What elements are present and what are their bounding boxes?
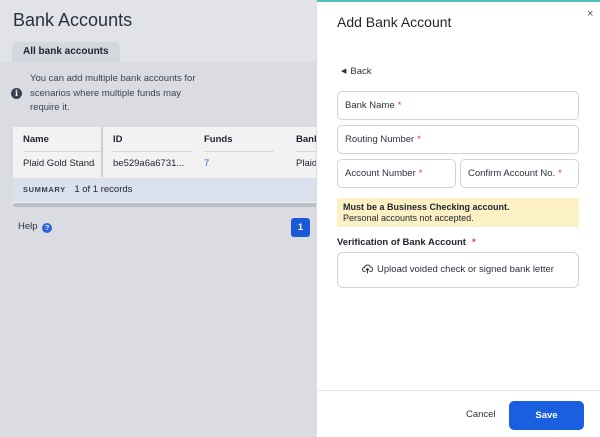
warning-bold-text: Must be a Business Checking account.	[343, 202, 510, 212]
close-icon[interactable]: ×	[587, 8, 593, 20]
required-marker: *	[418, 168, 423, 179]
back-link[interactable]: ◀ Back	[341, 66, 372, 77]
cancel-button[interactable]: Cancel	[466, 409, 496, 420]
required-marker: *	[417, 134, 421, 145]
routing-number-label: Routing Number	[345, 134, 415, 145]
overlay-dim	[0, 0, 316, 437]
caret-left-icon: ◀	[341, 68, 347, 75]
bank-name-field[interactable]: Bank Name *	[337, 91, 579, 120]
account-number-label: Account Number	[345, 168, 416, 179]
save-button[interactable]: Save	[509, 401, 584, 430]
drawer-title: Add Bank Account	[337, 14, 452, 30]
cloud-upload-icon	[362, 264, 374, 274]
back-label: Back	[350, 66, 372, 77]
upload-label: Upload voided check or signed bank lette…	[377, 264, 554, 275]
required-marker: *	[397, 100, 402, 111]
confirm-account-label: Confirm Account No.	[468, 168, 556, 179]
required-marker: *	[558, 168, 562, 179]
add-bank-account-drawer: Add Bank Account × ◀ Back Bank Name * Rout…	[316, 0, 600, 437]
account-number-field[interactable]: Account Number *	[337, 159, 456, 188]
required-marker: *	[471, 237, 476, 248]
confirm-account-number-field[interactable]: Confirm Account No. *	[460, 159, 579, 188]
verification-label-text: Verification of Bank Account	[337, 237, 466, 248]
drawer-accent-line	[317, 0, 600, 2]
business-account-warning: Must be a Business Checking account. Per…	[337, 198, 579, 227]
bank-name-label: Bank Name	[345, 100, 395, 111]
routing-number-field[interactable]: Routing Number *	[337, 125, 579, 154]
footer-divider	[317, 390, 600, 391]
upload-document-button[interactable]: Upload voided check or signed bank lette…	[337, 252, 579, 288]
verification-label: Verification of Bank Account *	[337, 237, 476, 248]
warning-text: Personal accounts not accepted.	[343, 213, 474, 223]
